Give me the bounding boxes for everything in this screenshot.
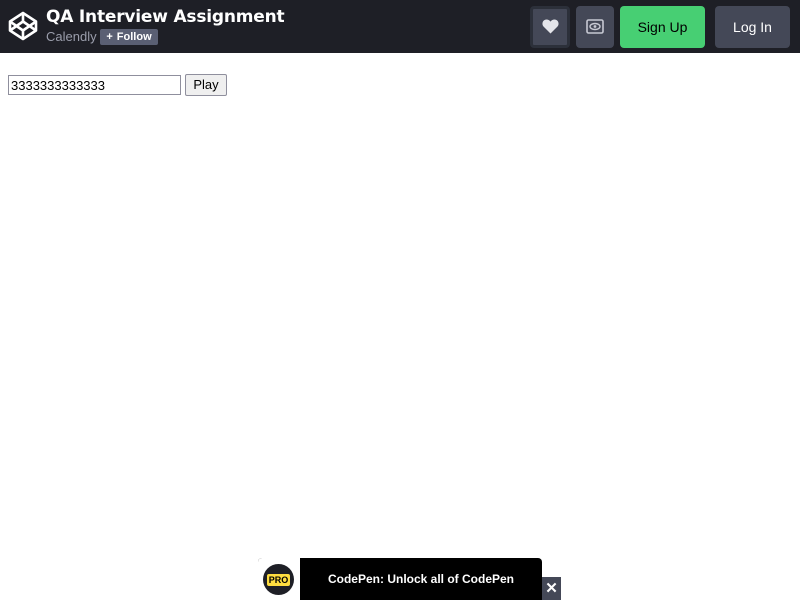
- author-link[interactable]: Calendly: [46, 29, 97, 45]
- play-button[interactable]: Play: [185, 74, 227, 96]
- log-in-button[interactable]: Log In: [715, 6, 790, 48]
- pro-badge-label: PRO: [267, 574, 290, 586]
- view-button[interactable]: [576, 6, 614, 48]
- pro-badge-icon: PRO: [263, 564, 294, 595]
- codepen-logo-icon[interactable]: [8, 11, 38, 41]
- number-input[interactable]: [8, 75, 181, 95]
- heart-button[interactable]: [530, 6, 570, 48]
- top-header: QA Interview Assignment Calendly + Follow…: [0, 0, 800, 53]
- follow-label: Follow: [116, 31, 152, 43]
- eye-icon: [586, 19, 604, 34]
- pen-title: QA Interview Assignment: [46, 7, 285, 27]
- follow-button[interactable]: + Follow: [100, 29, 158, 45]
- pro-badge-container: PRO: [258, 558, 300, 600]
- heart-icon: [542, 19, 559, 34]
- pro-banner-link[interactable]: CodePen: Unlock all of CodePen: [300, 558, 542, 600]
- pro-banner: PRO CodePen: Unlock all of CodePen: [258, 558, 542, 600]
- close-banner-button[interactable]: ✕: [542, 577, 561, 600]
- sign-up-button[interactable]: Sign Up: [620, 6, 705, 48]
- plus-icon: +: [106, 31, 113, 43]
